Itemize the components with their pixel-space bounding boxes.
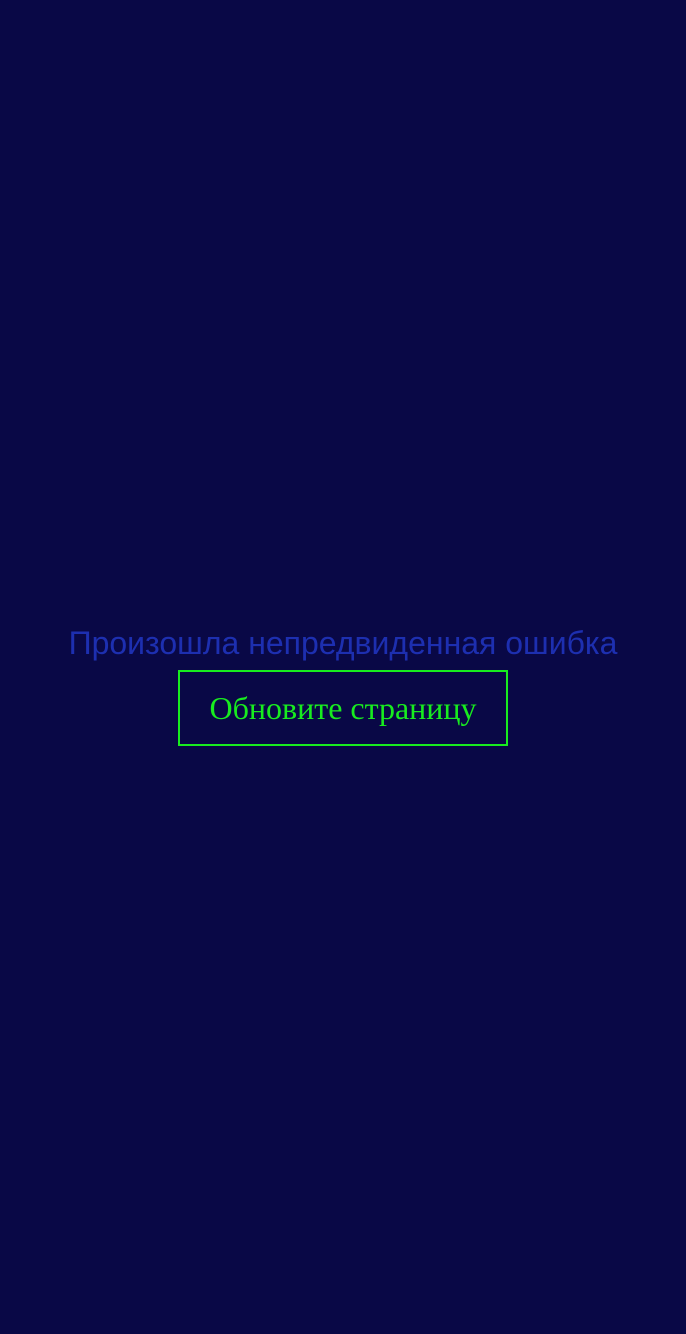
error-message: Произошла непредвиденная ошибка — [68, 625, 618, 661]
refresh-page-button[interactable]: Обновите страницу — [178, 670, 508, 746]
error-screen: Произошла непредвиденная ошибка Обновите… — [0, 0, 686, 1334]
